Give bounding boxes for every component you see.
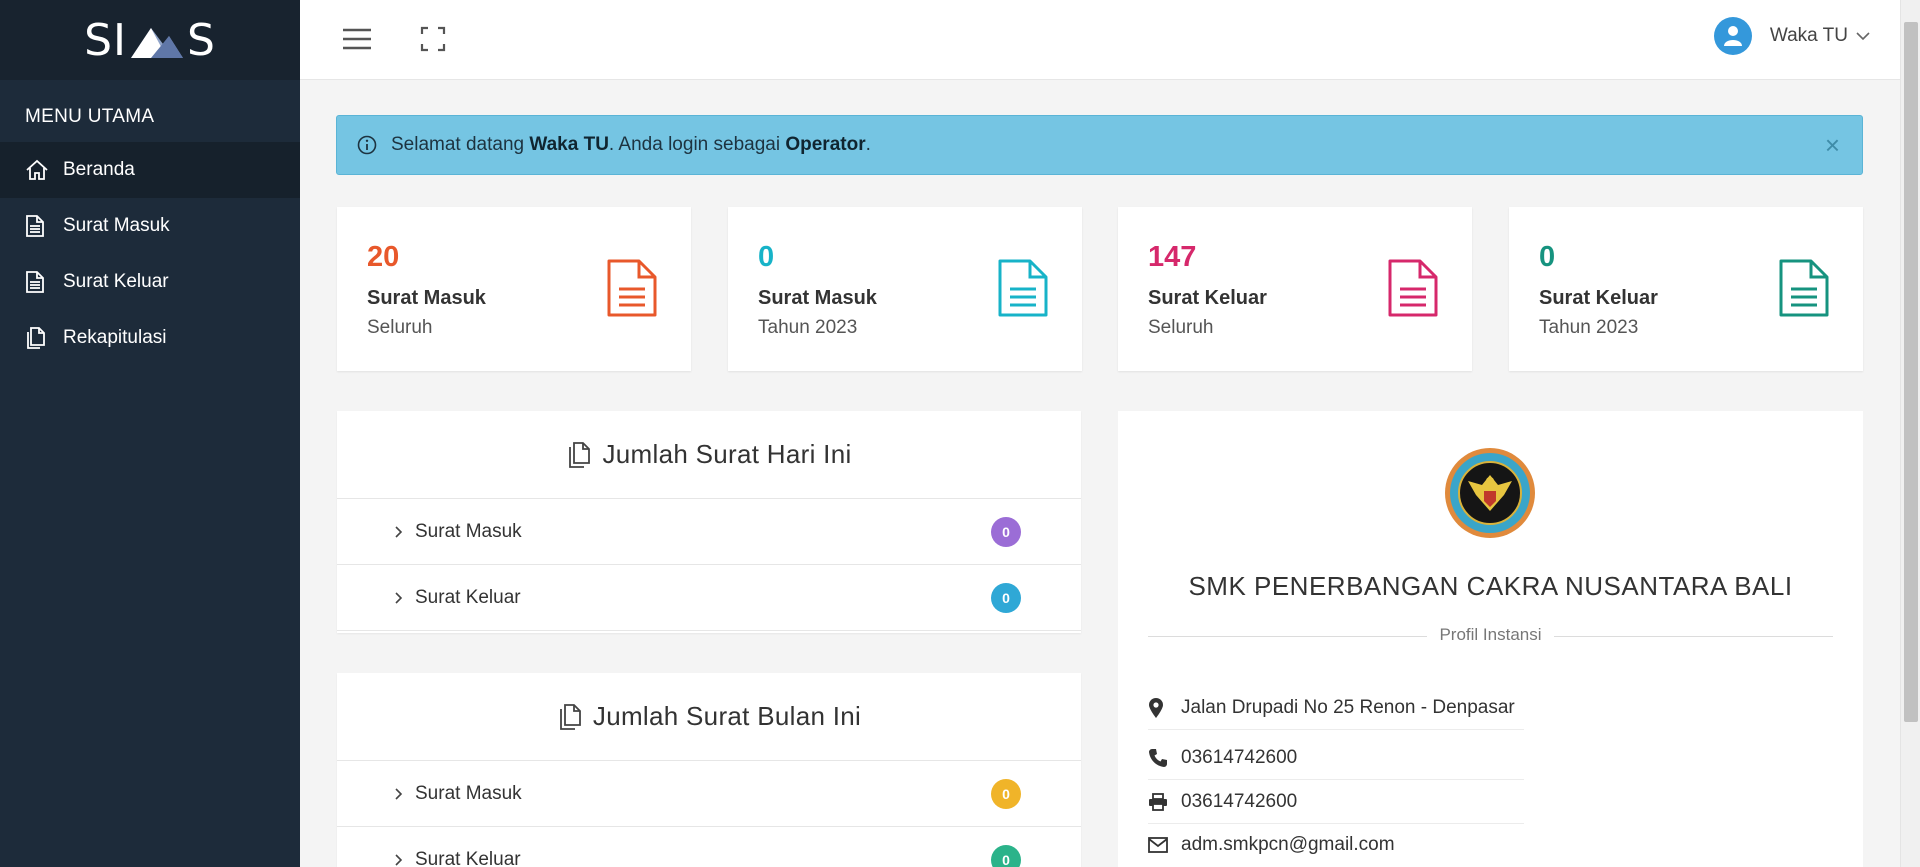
address-row: Jalan Drupadi No 25 Renon - Denpasar bbox=[1148, 697, 1524, 730]
page-scrollbar[interactable] bbox=[1900, 0, 1920, 867]
chevron-right-icon bbox=[395, 853, 403, 866]
panel-jumlah-surat-hari-ini: Jumlah Surat Hari Ini Surat Masuk 0 Sura… bbox=[337, 411, 1081, 633]
sidebar-item-label: Beranda bbox=[63, 159, 135, 180]
section-label: Profil Instansi bbox=[1118, 625, 1863, 645]
stat-label: Surat Keluar bbox=[1148, 287, 1267, 309]
stat-sub: Tahun 2023 bbox=[1539, 317, 1639, 338]
user-icon bbox=[1723, 26, 1742, 46]
count-badge: 0 bbox=[991, 582, 1021, 613]
list-item-label: Surat Masuk bbox=[415, 520, 522, 542]
email-row: adm.smkpcn@gmail.com bbox=[1148, 834, 1524, 866]
chevron-right-icon bbox=[395, 787, 403, 800]
chevron-right-icon bbox=[395, 591, 403, 604]
stat-sub: Tahun 2023 bbox=[758, 317, 858, 338]
fullscreen-icon bbox=[420, 26, 446, 52]
alert-role: Operator bbox=[785, 134, 866, 155]
stat-card-surat-keluar-total[interactable]: 147 Surat Keluar Seluruh bbox=[1118, 207, 1472, 371]
sidebar-item-rekapitulasi[interactable]: Rekapitulasi bbox=[0, 310, 300, 366]
count-badge: 0 bbox=[991, 516, 1021, 547]
sidebar-item-surat-keluar[interactable]: Surat Keluar bbox=[0, 254, 300, 310]
phone-row: 03614742600 bbox=[1148, 747, 1524, 780]
stat-sub: Seluruh bbox=[1148, 317, 1214, 338]
copy-icon bbox=[25, 326, 63, 350]
list-item-label: Surat Masuk bbox=[415, 782, 522, 804]
brand[interactable]: SI S bbox=[0, 0, 300, 80]
map-pin-icon bbox=[1148, 697, 1181, 719]
panel-title: Jumlah Surat Hari Ini bbox=[337, 411, 1081, 499]
stat-value: 0 bbox=[758, 241, 775, 273]
phone-text: 03614742600 bbox=[1181, 747, 1298, 768]
info-icon bbox=[357, 135, 377, 155]
fax-row: 03614742600 bbox=[1148, 791, 1524, 824]
scrollbar-thumb[interactable] bbox=[1904, 22, 1918, 722]
sidebar-item-label: Surat Masuk bbox=[63, 215, 170, 236]
avatar bbox=[1713, 17, 1752, 55]
brand-text-left: SI bbox=[84, 14, 127, 66]
stat-value: 20 bbox=[367, 241, 400, 273]
hamburger-icon bbox=[343, 28, 371, 50]
welcome-alert: Selamat datang Waka TU. Anda login sebag… bbox=[336, 115, 1863, 175]
chevron-right-icon bbox=[395, 525, 403, 538]
alert-user: Waka TU bbox=[529, 134, 609, 155]
stat-card-surat-masuk-total[interactable]: 20 Surat Masuk Seluruh bbox=[337, 207, 691, 371]
copy-icon bbox=[569, 441, 591, 468]
document-icon bbox=[25, 270, 63, 294]
alert-message: Selamat datang Waka TU. Anda login sebag… bbox=[391, 134, 871, 155]
printer-icon bbox=[1148, 793, 1181, 811]
count-badge: 0 bbox=[991, 844, 1021, 867]
stat-sub: Seluruh bbox=[367, 317, 433, 338]
address-text: Jalan Drupadi No 25 Renon - Denpasar bbox=[1181, 697, 1515, 718]
hamburger-menu-button[interactable] bbox=[342, 26, 372, 57]
envelope-icon bbox=[1148, 837, 1181, 853]
email-text: adm.smkpcn@gmail.com bbox=[1181, 834, 1395, 855]
fax-text: 03614742600 bbox=[1181, 791, 1298, 812]
home-icon bbox=[25, 159, 63, 181]
sidebar-item-label: Rekapitulasi bbox=[63, 327, 167, 348]
stat-value: 0 bbox=[1539, 241, 1556, 273]
panel-jumlah-surat-bulan-ini: Jumlah Surat Bulan Ini Surat Masuk 0 Sur… bbox=[337, 673, 1081, 867]
sidebar-item-beranda[interactable]: Beranda bbox=[0, 142, 300, 198]
stat-card-surat-keluar-tahun[interactable]: 0 Surat Keluar Tahun 2023 bbox=[1509, 207, 1863, 371]
list-item-surat-keluar-month[interactable]: Surat Keluar 0 bbox=[337, 827, 1081, 867]
school-name: SMK PENERBANGAN CAKRA NUSANTARA BALI bbox=[1188, 571, 1793, 601]
document-icon bbox=[998, 259, 1048, 317]
document-icon bbox=[1388, 259, 1438, 317]
chevron-down-icon bbox=[1856, 32, 1870, 41]
user-name: Waka TU bbox=[1769, 25, 1848, 46]
list-item-label: Surat Keluar bbox=[415, 586, 521, 608]
stat-value: 147 bbox=[1148, 241, 1197, 273]
list-item-surat-masuk-month[interactable]: Surat Masuk 0 bbox=[337, 761, 1081, 827]
brand-text-right: S bbox=[186, 14, 216, 66]
document-icon bbox=[607, 259, 657, 317]
copy-icon bbox=[560, 703, 581, 730]
list-item-surat-keluar-today[interactable]: Surat Keluar 0 bbox=[337, 565, 1081, 631]
alert-close-button[interactable]: × bbox=[1825, 130, 1840, 161]
phone-icon bbox=[1148, 748, 1181, 768]
profile-panel: SMK PENERBANGAN CAKRA NUSANTARA BALI Pro… bbox=[1118, 411, 1863, 867]
sidebar-item-surat-masuk[interactable]: Surat Masuk bbox=[0, 198, 300, 254]
menu-header: MENU UTAMA bbox=[25, 106, 155, 127]
document-icon bbox=[25, 214, 63, 238]
topbar: Waka TU bbox=[300, 0, 1900, 80]
school-emblem-logo bbox=[1445, 448, 1535, 538]
list-item-surat-masuk-today[interactable]: Surat Masuk 0 bbox=[337, 499, 1081, 565]
count-badge: 0 bbox=[991, 778, 1021, 809]
sidebar: SI S MENU UTAMA Beranda Surat Masuk Sura… bbox=[0, 0, 300, 867]
document-icon bbox=[1779, 259, 1829, 317]
panel-title: Jumlah Surat Bulan Ini bbox=[337, 673, 1081, 761]
stat-label: Surat Keluar bbox=[1539, 287, 1658, 309]
stat-label: Surat Masuk bbox=[758, 287, 877, 309]
user-menu[interactable]: Waka TU bbox=[1713, 17, 1870, 55]
brand-logo: SI S bbox=[84, 15, 216, 66]
mountain-logo-icon bbox=[130, 28, 183, 58]
fullscreen-button[interactable] bbox=[420, 26, 446, 57]
stat-card-surat-masuk-tahun[interactable]: 0 Surat Masuk Tahun 2023 bbox=[728, 207, 1082, 371]
stat-label: Surat Masuk bbox=[367, 287, 486, 309]
sidebar-item-label: Surat Keluar bbox=[63, 271, 169, 292]
list-item-label: Surat Keluar bbox=[415, 848, 521, 867]
